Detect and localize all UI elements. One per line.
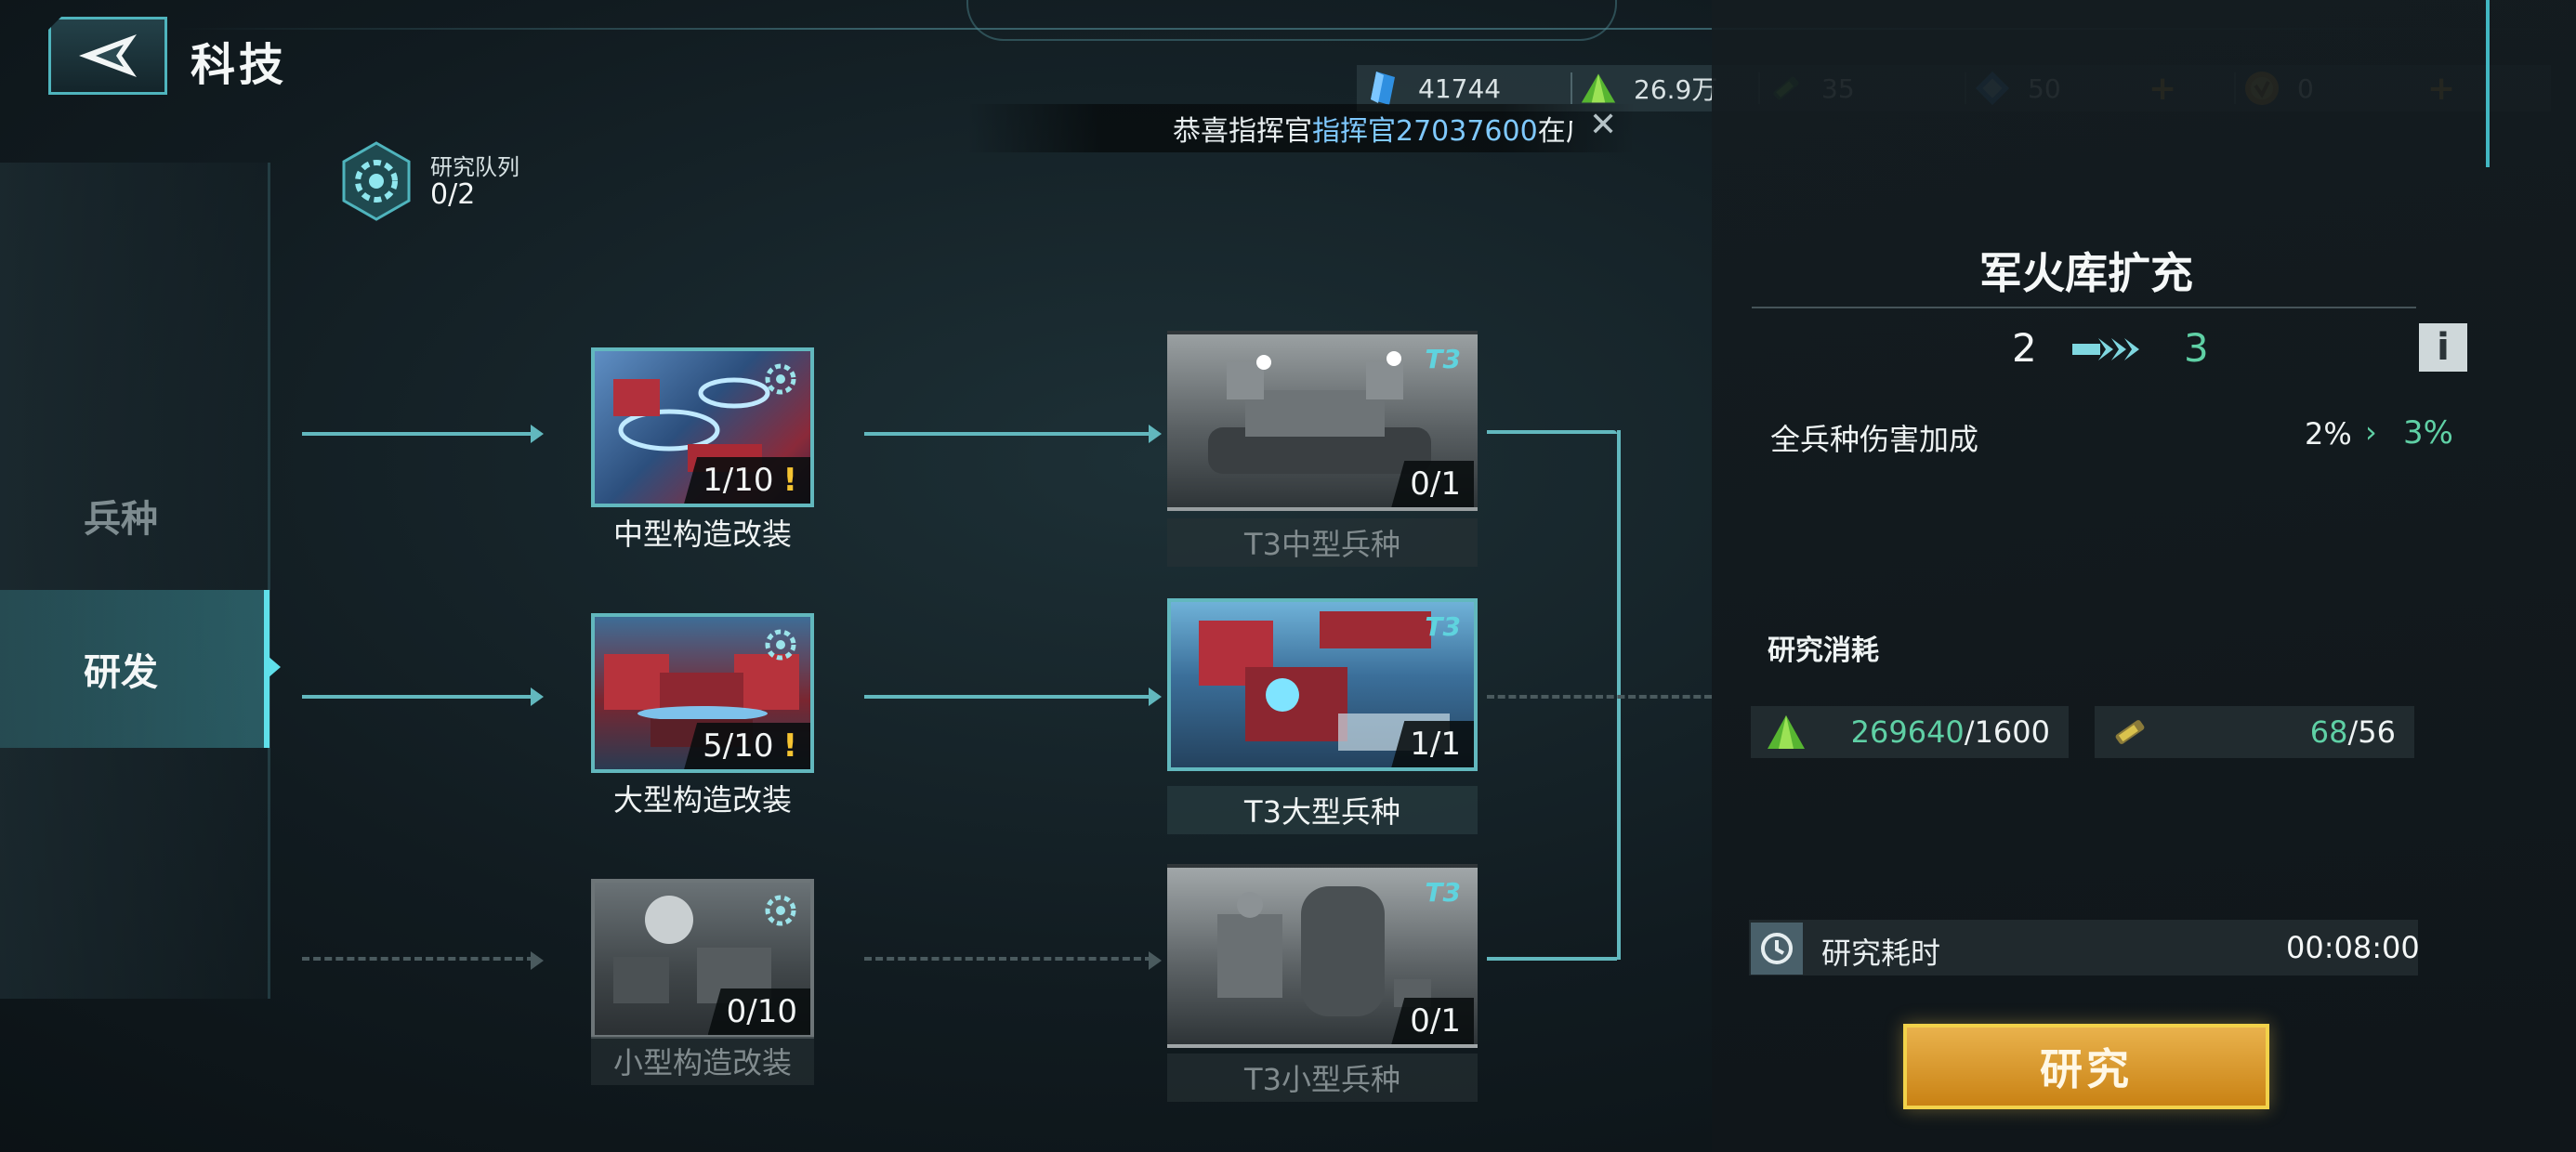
progress-value: 0/1 xyxy=(1410,1002,1461,1040)
tree-connector xyxy=(864,695,1152,699)
cost-title: 研究消耗 xyxy=(1768,635,1879,667)
tech-name-plate: T3大型兵种 xyxy=(1167,786,1478,834)
tech-card-t3-small[interactable]: T3 0/1 xyxy=(1167,864,1478,1048)
level-current: 2 xyxy=(2012,325,2037,371)
progress-badge: 0/10 xyxy=(707,988,810,1035)
cost-have: 68 xyxy=(2309,714,2348,750)
progress-badge: 0/1 xyxy=(1391,461,1474,507)
resource-value: 41744 xyxy=(1418,72,1502,104)
tree-connector xyxy=(302,432,534,436)
effect-arrow-icon: › xyxy=(2365,414,2377,450)
progress-badge: 5/10! xyxy=(684,723,810,769)
level-next: 3 xyxy=(2184,325,2209,371)
tech-card-large-mod[interactable]: 5/10! xyxy=(591,613,814,773)
cost-need: /1600 xyxy=(1964,714,2050,750)
nav-tab-rnd[interactable]: 研发 xyxy=(0,590,269,748)
tree-connector xyxy=(1487,957,1617,961)
tree-connector-locked xyxy=(1487,695,1712,699)
back-button[interactable] xyxy=(48,17,167,95)
connector-arrow-icon xyxy=(531,687,544,706)
tech-name: 大型构造改装 xyxy=(612,782,792,818)
green-ore-icon xyxy=(1768,715,1805,749)
research-time-value: 00:08:00 xyxy=(2286,930,2420,965)
panel-accent-line xyxy=(2486,0,2490,167)
tech-card-small-mod[interactable]: 0/10 xyxy=(591,879,814,1039)
tree-connector xyxy=(302,695,534,699)
detail-title: 军火库扩充 xyxy=(1979,248,2193,298)
cost-values: 68/56 xyxy=(2310,714,2396,750)
tech-name: T3大型兵种 xyxy=(1244,794,1400,830)
info-button[interactable]: i xyxy=(2419,323,2467,372)
tech-card-mid-mod[interactable]: 1/10! xyxy=(591,347,814,507)
research-queue-count: 0/2 xyxy=(430,178,476,211)
research-button[interactable]: 研究 xyxy=(1903,1024,2269,1109)
tree-connector-locked xyxy=(864,957,1152,961)
blue-crystal-icon xyxy=(1364,70,1401,107)
research-time-label: 研究耗时 xyxy=(1821,936,1941,971)
progress-value: 0/1 xyxy=(1410,465,1461,503)
effect-name: 全兵种伤害加成 xyxy=(1770,422,1979,457)
notice-prefix: 恭喜指挥官 xyxy=(1173,115,1312,148)
cost-need: /56 xyxy=(2347,714,2397,750)
cost-item-ore: 269640/1600 xyxy=(1751,706,2069,758)
tech-name: 中型构造改装 xyxy=(612,517,792,552)
research-queue-button[interactable] xyxy=(335,139,418,223)
selected-caret-icon xyxy=(268,656,281,678)
connector-arrow-icon xyxy=(1149,951,1162,970)
notice-suffix: 在广 xyxy=(1537,115,1572,148)
alert-icon: ! xyxy=(782,462,797,499)
alert-icon: ! xyxy=(782,727,797,765)
tech-name: T3小型兵种 xyxy=(1244,1062,1400,1097)
connector-arrow-icon xyxy=(1149,687,1162,706)
resource-value: 26.9万 xyxy=(1634,74,1718,105)
nav-tab-troops[interactable]: 兵种 xyxy=(0,437,269,595)
clock-icon xyxy=(1751,923,1803,975)
connector-arrow-icon xyxy=(1149,425,1162,443)
gear-icon xyxy=(765,895,796,926)
progress-value: 1/1 xyxy=(1410,726,1461,763)
divider xyxy=(1752,307,2416,308)
progress-badge: 0/1 xyxy=(1391,998,1474,1044)
tier-badge: T3 xyxy=(1425,877,1461,908)
battery-icon xyxy=(2115,720,2145,744)
gear-icon xyxy=(342,141,411,221)
notice-player-link[interactable]: 指挥官27037600 xyxy=(1312,115,1538,148)
cost-have: 269640 xyxy=(1850,714,1965,750)
detail-panel xyxy=(1712,0,2576,1152)
tier-badge: T3 xyxy=(1425,344,1461,374)
cost-item-battery: 68/56 xyxy=(2095,706,2414,758)
tech-card-t3-large[interactable]: T3 1/1 xyxy=(1167,598,1478,771)
tree-connector-locked xyxy=(302,957,534,961)
effect-current: 2% xyxy=(2305,416,2352,452)
cost-values: 269640/1600 xyxy=(1851,714,2050,750)
level-up-arrows-icon xyxy=(2072,338,2139,360)
connector-arrow-icon xyxy=(531,425,544,443)
gear-icon xyxy=(765,363,796,395)
tech-name-plate: T3小型兵种 xyxy=(1167,1054,1478,1102)
close-icon[interactable]: ✕ xyxy=(1589,106,1617,144)
progress-badge: 1/1 xyxy=(1391,721,1474,767)
progress-value: 0/10 xyxy=(726,993,797,1030)
hud-frame-notch xyxy=(966,0,1617,41)
research-queue-label: 研究队列 xyxy=(430,154,519,180)
tree-connector xyxy=(1487,430,1617,434)
progress-value: 5/10 xyxy=(703,727,774,765)
gear-icon xyxy=(765,629,796,661)
progress-value: 1/10 xyxy=(703,462,774,499)
page-title: 科技 xyxy=(191,39,288,91)
connector-arrow-icon xyxy=(531,951,544,970)
back-arrow-icon xyxy=(79,34,137,77)
tier-badge: T3 xyxy=(1425,611,1461,642)
tech-name-plate: 小型构造改装 xyxy=(591,1037,814,1085)
tech-name: 小型构造改装 xyxy=(612,1045,792,1080)
effect-next: 3% xyxy=(2403,414,2453,452)
tech-name-plate: T3中型兵种 xyxy=(1167,518,1478,567)
tech-name: T3中型兵种 xyxy=(1244,527,1400,562)
progress-badge: 1/10! xyxy=(684,457,810,504)
tree-connector xyxy=(864,432,1152,436)
notice-text: 恭喜指挥官指挥官27037600在广 xyxy=(1173,108,1572,149)
green-ore-icon xyxy=(1580,70,1617,107)
tech-card-t3-mid[interactable]: T3 0/1 xyxy=(1167,331,1478,511)
